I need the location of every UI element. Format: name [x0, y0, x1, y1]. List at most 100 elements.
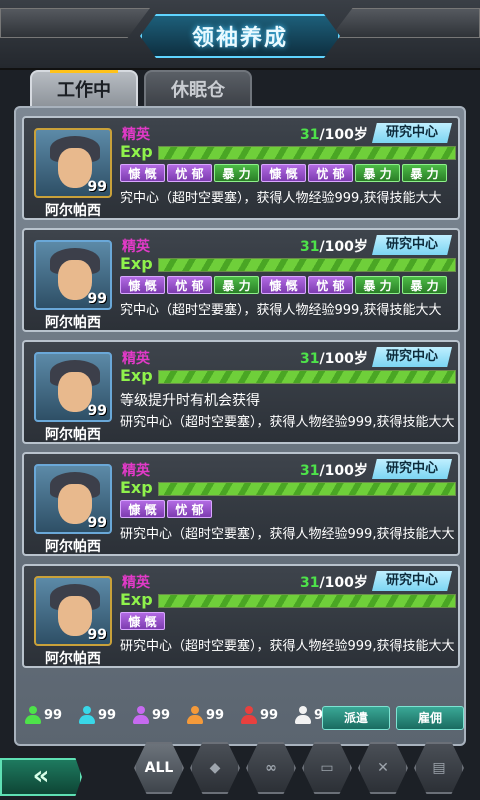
trait-list: 慷 慨忧 郁 — [120, 500, 212, 518]
rarity-counters: 999999999999 — [24, 706, 344, 724]
age-current: 31 — [300, 351, 320, 367]
leader-card[interactable]: 99 阿尔帕西 精英 31/100岁 研究中心 Exp 慷 慨忧 郁 研究中心（… — [22, 452, 460, 556]
leader-portrait[interactable]: 99 — [34, 464, 112, 534]
back-button[interactable]: « — [0, 758, 82, 796]
leader-portrait[interactable]: 99 — [34, 240, 112, 310]
trait-badge: 暴 力 — [214, 276, 259, 294]
counter-value: 99 — [260, 707, 279, 723]
leader-name: 阿尔帕西 — [45, 203, 101, 219]
age-current: 31 — [300, 127, 320, 143]
trait-badge: 忧 郁 — [308, 164, 353, 182]
exp-progress-fill — [159, 147, 455, 159]
rarity-counter: 99 — [24, 706, 74, 724]
tab-working[interactable]: 工作中 — [30, 70, 138, 108]
department-badge[interactable]: 研究中心 — [372, 123, 452, 143]
trait-list: 慷 慨忧 郁暴 力慷 慨忧 郁暴 力暴 力 — [120, 164, 447, 182]
age-current: 31 — [300, 239, 320, 255]
leader-level: 99 — [87, 291, 107, 307]
trait-badge: 慷 慨 — [120, 612, 165, 630]
leader-rank: 精英 — [122, 463, 150, 479]
rarity-counter: 99 — [78, 706, 128, 724]
trait-badge: 暴 力 — [355, 164, 400, 182]
age-current: 31 — [300, 463, 320, 479]
counter-value: 99 — [98, 707, 117, 723]
exp-label: Exp — [120, 590, 153, 609]
exp-progress-fill — [159, 483, 455, 495]
title-plate: 领袖养成 — [140, 14, 340, 58]
trait-badge: 忧 郁 — [308, 276, 353, 294]
trait-badge: 慷 慨 — [120, 276, 165, 294]
hex-icon[interactable]: ◆ — [190, 742, 240, 794]
trait-badge: 慷 慨 — [261, 164, 306, 182]
trait-badge: 暴 力 — [355, 276, 400, 294]
leader-age: 31/100岁 — [300, 348, 368, 368]
exp-progress-bar — [158, 594, 456, 608]
age-max: /100岁 — [319, 463, 368, 479]
top-header: 领袖养成 — [0, 0, 480, 70]
exp-progress-bar — [158, 258, 456, 272]
trait-badge: 忧 郁 — [167, 276, 212, 294]
leader-portrait[interactable]: 99 — [34, 576, 112, 646]
leader-card[interactable]: 99 阿尔帕西 精英 31/100岁 研究中心 Exp 慷 慨 研究中心（超时空… — [22, 564, 460, 668]
trait-list: 慷 慨忧 郁暴 力慷 慨忧 郁暴 力暴 力 — [120, 276, 447, 294]
exp-progress-fill — [159, 371, 455, 383]
leader-card[interactable]: 99 阿尔帕西 精英 31/100岁 研究中心 Exp 慷 慨忧 郁暴 力慷 慨… — [22, 116, 460, 220]
age-current: 31 — [300, 575, 320, 591]
leader-rank: 精英 — [122, 351, 150, 367]
work-description: 研究中心（超时空要塞），获得人物经验999,获得技能大大 — [120, 639, 455, 654]
leader-age: 31/100岁 — [300, 124, 368, 144]
filter-bar: ALL ◆ ∞ ▭ ✕ ▤ — [134, 742, 464, 794]
leader-level: 99 — [87, 403, 107, 419]
leader-card[interactable]: 99 阿尔帕西 精英 31/100岁 研究中心 Exp 等级提升时有机会获得 研… — [22, 340, 460, 444]
leader-portrait[interactable]: 99 — [34, 352, 112, 422]
department-badge[interactable]: 研究中心 — [372, 347, 452, 367]
exp-progress-fill — [159, 595, 455, 607]
leader-card[interactable]: 99 阿尔帕西 精英 31/100岁 研究中心 Exp 慷 慨忧 郁暴 力慷 慨… — [22, 228, 460, 332]
leader-name: 阿尔帕西 — [45, 539, 101, 555]
trait-badge: 忧 郁 — [167, 164, 212, 182]
department-badge[interactable]: 研究中心 — [372, 459, 452, 479]
header-frame-left — [0, 8, 150, 38]
leader-name: 阿尔帕西 — [45, 651, 101, 667]
department-badge[interactable]: 研究中心 — [372, 571, 452, 591]
leader-portrait[interactable]: 99 — [34, 128, 112, 198]
exp-progress-bar — [158, 482, 456, 496]
leader-age: 31/100岁 — [300, 572, 368, 592]
dispatch-button[interactable]: 派遣 — [322, 706, 390, 730]
leader-level: 99 — [87, 627, 107, 643]
work-description: 研究中心（超时空要塞），获得人物经验999,获得技能大大 — [120, 415, 455, 430]
exp-label: Exp — [120, 478, 153, 497]
link-icon[interactable]: ∞ — [246, 742, 296, 794]
card-icon[interactable]: ▭ — [302, 742, 352, 794]
hire-button[interactable]: 雇佣 — [396, 706, 464, 730]
counter-value: 99 — [206, 707, 225, 723]
age-max: /100岁 — [319, 127, 368, 143]
exp-label: Exp — [120, 142, 153, 161]
book-icon[interactable]: ▤ — [414, 742, 464, 794]
exp-progress-fill — [159, 259, 455, 271]
leader-list-panel: 99 99 99 99 99 99 派遣 雇佣 99 阿尔帕西 精英 31/100岁 研究… — [14, 106, 466, 746]
person-green-icon — [24, 706, 42, 724]
tab-sleep-pod[interactable]: 休眠仓 — [144, 70, 252, 108]
header-frame-right — [330, 8, 480, 38]
leader-age: 31/100岁 — [300, 236, 368, 256]
person-purple-icon — [132, 706, 150, 724]
exp-label: Exp — [120, 366, 153, 385]
age-max: /100岁 — [319, 575, 368, 591]
trait-badge: 慷 慨 — [261, 276, 306, 294]
trait-badge: 暴 力 — [402, 276, 447, 294]
skill-notice: 等级提升时有机会获得 — [120, 393, 260, 409]
leader-level: 99 — [87, 515, 107, 531]
rarity-counter: 99 — [186, 706, 236, 724]
department-badge[interactable]: 研究中心 — [372, 235, 452, 255]
person-orange-icon — [186, 706, 204, 724]
work-description: 究中心（超时空要塞），获得人物经验999,获得技能大大 — [120, 303, 442, 318]
tools-icon[interactable]: ✕ — [358, 742, 408, 794]
all-icon[interactable]: ALL — [134, 742, 184, 794]
leader-age: 31/100岁 — [300, 460, 368, 480]
leader-rank: 精英 — [122, 575, 150, 591]
rarity-counter: 99 — [240, 706, 290, 724]
trait-badge: 暴 力 — [402, 164, 447, 182]
leader-rank: 精英 — [122, 127, 150, 143]
trait-badge: 暴 力 — [214, 164, 259, 182]
